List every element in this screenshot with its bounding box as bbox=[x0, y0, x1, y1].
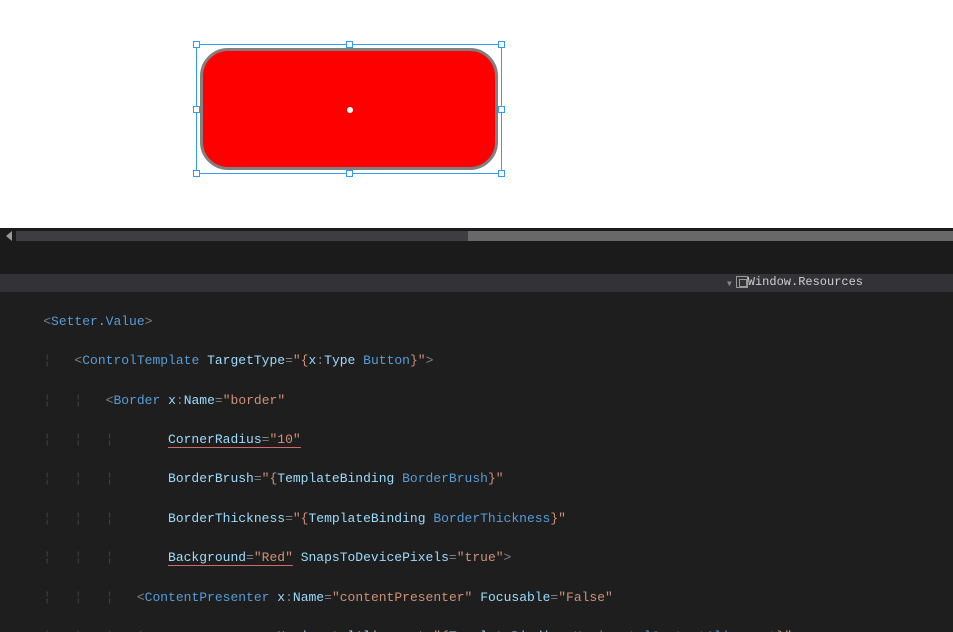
code-line[interactable]: ¦ ¦ ¦ BorderThickness="{TemplateBinding … bbox=[12, 509, 953, 529]
resize-handle[interactable] bbox=[193, 41, 200, 48]
breadcrumb-text[interactable]: Window.Resources bbox=[748, 275, 863, 289]
xaml-code-editor[interactable]: <Setter.Value> ¦ <ControlTemplate Target… bbox=[0, 292, 953, 632]
xaml-designer-pane[interactable] bbox=[0, 0, 953, 228]
code-line[interactable]: ¦ ¦ ¦ CornerRadius="10" bbox=[12, 430, 953, 450]
code-line[interactable]: ¦ ¦ <Border x:Name="border" bbox=[12, 391, 953, 411]
scope-breadcrumb-bar[interactable]: ▾ Window.Resources bbox=[0, 274, 953, 292]
resize-handle[interactable] bbox=[346, 41, 353, 48]
scroll-left-icon[interactable] bbox=[6, 231, 12, 241]
code-line[interactable]: ¦ ¦ ¦ ¦ HorizontalAlignment="{TemplateBi… bbox=[12, 627, 953, 632]
code-line[interactable]: <Setter.Value> bbox=[12, 312, 953, 332]
pane-splitter[interactable] bbox=[0, 228, 953, 244]
resize-handle[interactable] bbox=[193, 170, 200, 177]
code-line[interactable]: ¦ ¦ ¦ Background="Red" SnapsToDevicePixe… bbox=[12, 548, 953, 568]
resize-handle[interactable] bbox=[498, 170, 505, 177]
code-line[interactable]: ¦ ¦ ¦ <ContentPresenter x:Name="contentP… bbox=[12, 588, 953, 608]
breadcrumb-dropdown-icon[interactable]: ▾ bbox=[726, 276, 733, 291]
code-line[interactable]: ¦ <ControlTemplate TargetType="{x:Type B… bbox=[12, 351, 953, 371]
selection-center-dot bbox=[347, 107, 353, 113]
horizontal-scroll-thumb[interactable] bbox=[468, 231, 953, 241]
editor-gap bbox=[0, 244, 953, 274]
resize-handle[interactable] bbox=[346, 170, 353, 177]
resize-handle[interactable] bbox=[498, 41, 505, 48]
code-line[interactable]: ¦ ¦ ¦ BorderBrush="{TemplateBinding Bord… bbox=[12, 469, 953, 489]
resize-handle[interactable] bbox=[193, 106, 200, 113]
resize-handle[interactable] bbox=[498, 106, 505, 113]
resources-icon bbox=[736, 276, 748, 288]
